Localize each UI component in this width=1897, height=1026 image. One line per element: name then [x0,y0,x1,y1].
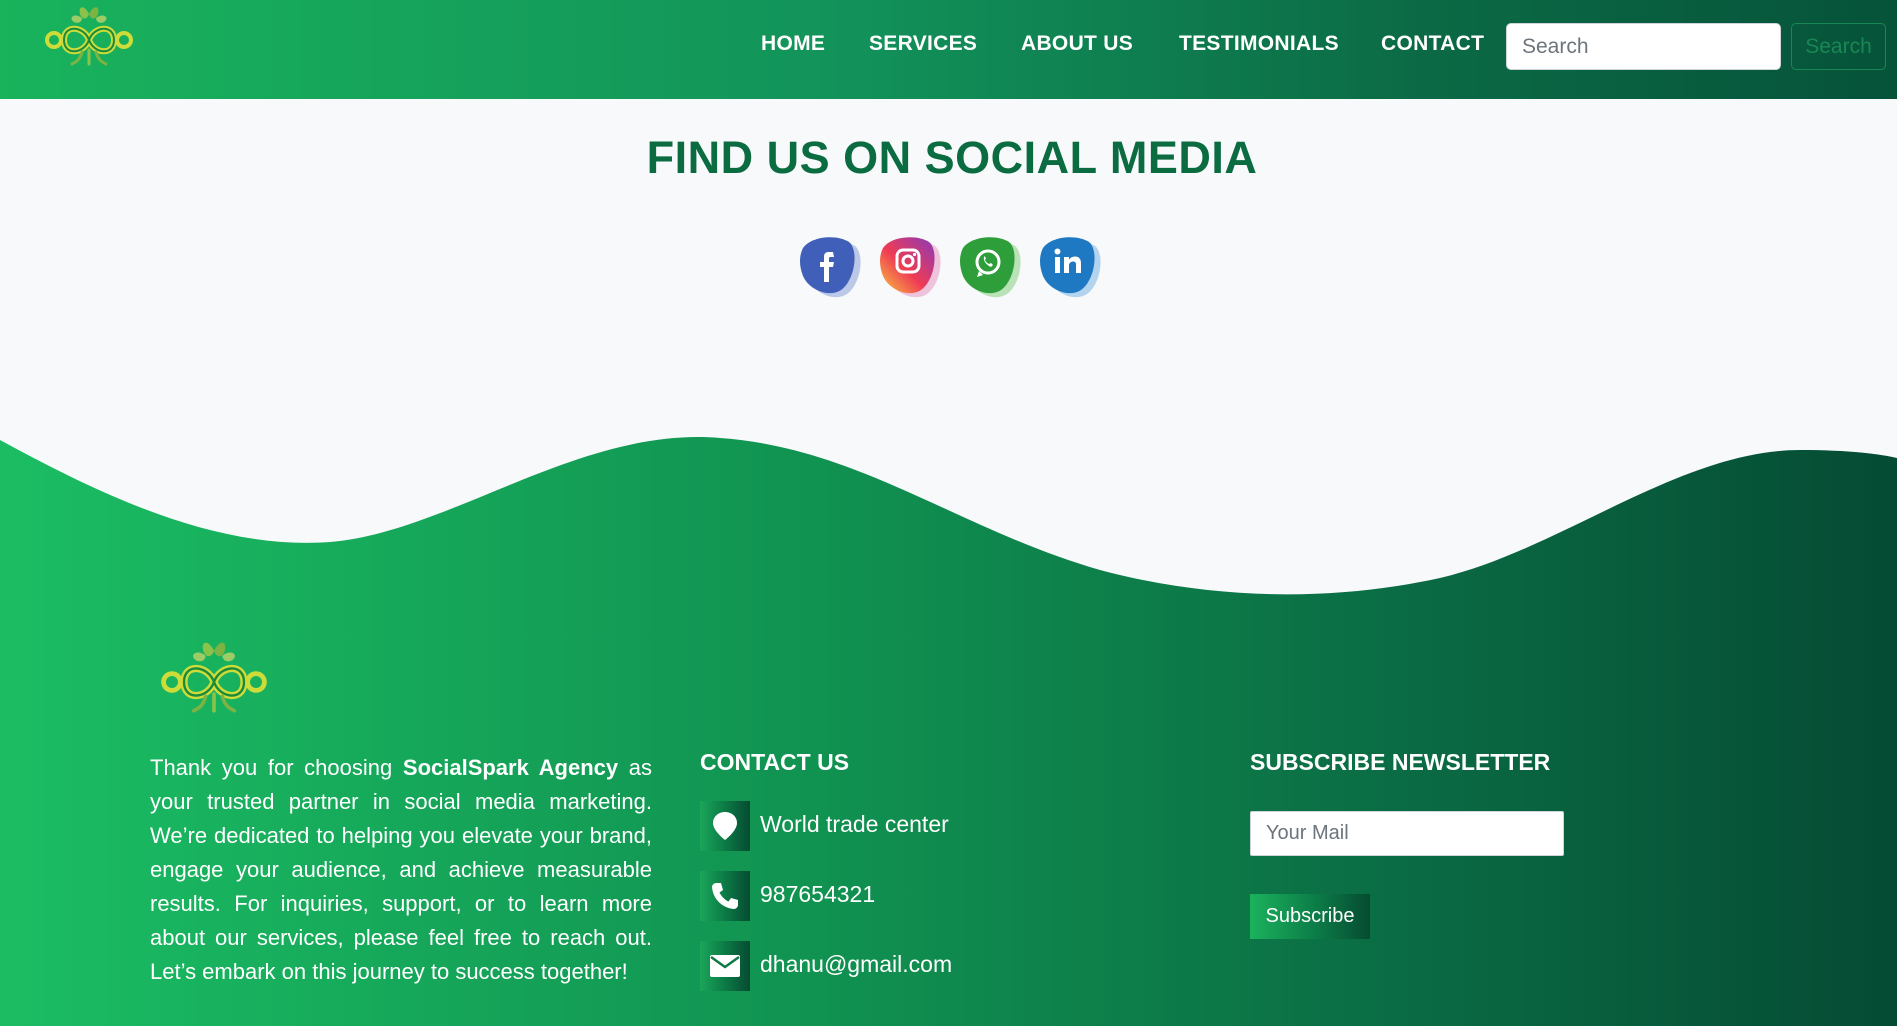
contact-email[interactable]: dhanu@gmail.com [760,951,952,978]
contact-phone: 987654321 [760,881,876,907]
nav-link-services[interactable]: SERVICES [869,32,977,56]
envelope-icon [700,941,750,991]
search-button[interactable]: Search [1791,23,1886,70]
footer-about-text: Thank you for choosing SocialSpark Agenc… [150,751,652,989]
about-prefix: Thank you for choosing [150,755,403,780]
brand-logo[interactable] [44,2,134,68]
subscribe-button[interactable]: Subscribe [1250,894,1370,939]
nav-link-about-us[interactable]: ABOUT US [1021,32,1133,56]
nav-link-testimonials[interactable]: TESTIMONIALS [1179,32,1339,56]
instagram-icon[interactable] [875,232,943,300]
facebook-icon[interactable] [795,232,863,300]
about-suffix: as your trusted partner in social media … [150,755,653,984]
whatsapp-icon[interactable] [955,232,1023,300]
location-icon [700,801,750,851]
linkedin-icon[interactable] [1035,232,1103,300]
search-input[interactable] [1506,23,1781,70]
newsletter-email-input[interactable] [1250,811,1564,856]
nav-link-contact[interactable]: CONTACT [1381,32,1484,56]
nav-link-home[interactable]: HOME [761,32,825,56]
footer-logo [161,642,267,713]
contact-address: World trade center [760,811,949,837]
newsletter-heading: SUBSCRIBE NEWSLETTER [1250,749,1551,775]
phone-icon [700,871,750,921]
page: HOME SERVICES ABOUT US TESTIMONIALS CONT… [0,0,1897,1026]
brand-name: SocialSpark Agency [402,755,619,780]
navbar: HOME SERVICES ABOUT US TESTIMONIALS CONT… [0,0,1897,99]
social-section-title: FIND US ON SOCIAL MEDIA [646,132,1258,183]
contact-us-heading: CONTACT US [700,749,850,775]
